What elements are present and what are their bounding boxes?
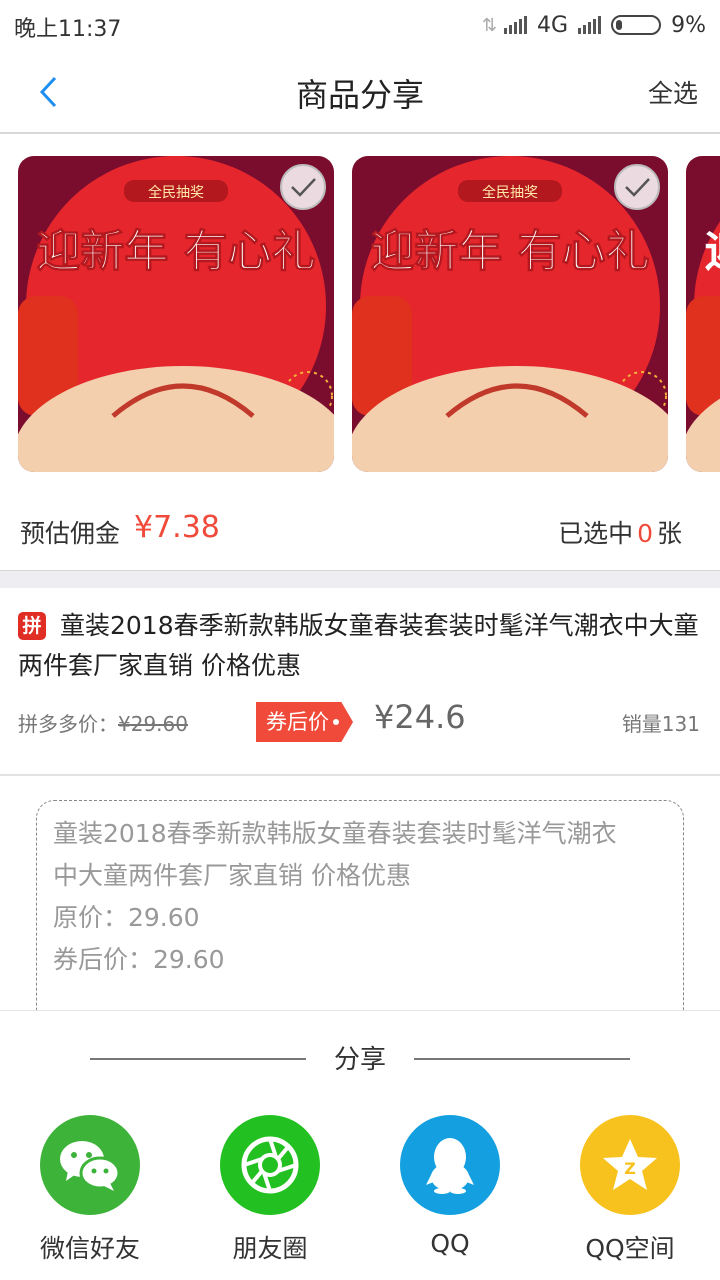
divider [0,570,720,588]
share-title-row: 分享 [0,1037,720,1077]
selected-prefix: 已选中 [558,519,634,548]
product-image[interactable]: 迎新年 有心礼 [686,156,720,472]
share-qzone-button[interactable]: Z QQ空间 [560,1115,700,1265]
nav-bar: 商品分享 全选 [0,50,720,134]
network-type: 4G [537,12,569,38]
coupon-price: ¥24.6 [374,698,466,736]
share-label: 微信好友 [39,1234,140,1263]
banner-headline-text: 迎新年 有心礼 [36,226,315,277]
product-info: 童装2018春季新款韩版女童春装套装时髦洋气潮衣中大童两件套厂家直销 价格优惠 … [0,588,720,776]
wechat-icon [40,1115,140,1215]
product-title: 童装2018春季新款韩版女童春装套装时髦洋气潮衣中大童两件套厂家直销 价格优惠 [18,611,699,680]
data-transfer-icon: ⇅ [481,14,497,36]
select-checkbox[interactable] [280,164,326,210]
signal-icon [504,16,528,34]
share-label: QQ空间 [585,1234,675,1263]
commission-label: 预估佣金 [20,519,121,548]
pinduoduo-icon: 拼 [18,612,46,640]
selected-count: 已选中 0 张 [558,514,682,550]
share-text-line: 券后价：29.60 [53,945,225,974]
svg-text:Z: Z [624,1159,636,1178]
share-text-line: 原价：29.60 [53,903,200,932]
qzone-icon: Z [580,1115,680,1215]
moments-icon [220,1115,320,1215]
coupon-price-tag: 券后价 [256,702,353,742]
banner-headline-text: 迎新年 有心礼 [370,226,649,277]
status-bar: 晚上11:37 ⇅ 4G 9% [0,0,720,50]
share-label: QQ [430,1229,470,1258]
signal-icon-2 [578,16,602,34]
sales-count: 销量131 [621,712,700,736]
page-title: 商品分享 [295,76,424,114]
commission-value: ¥7.38 [134,510,220,545]
banner-badge-text: 全民抽奖 [482,184,538,201]
share-text-line: 童装2018春季新款韩版女童春装套装时髦洋气潮衣 [53,819,617,848]
selected-suffix: 张 [656,519,682,548]
commission-row: 预估佣金 ¥7.38 已选中 0 张 [0,490,720,570]
product-image-carousel[interactable]: 全民抽奖 迎新年 有心礼 全民抽奖 迎新年 有心礼 迎新年 有心礼 [0,134,720,490]
select-checkbox[interactable] [614,164,660,210]
pdd-price-label: 拼多多价： [18,712,118,736]
check-icon [291,178,316,197]
banner-headline-text: 迎新年 有心礼 [704,226,720,277]
check-icon [625,178,650,197]
pdd-price-row: 拼多多价：¥29.60 [18,708,188,737]
battery-icon [611,15,662,35]
divider [414,1058,630,1060]
product-image[interactable]: 全民抽奖 迎新年 有心礼 [352,156,668,472]
share-text-line: 中大童两件套厂家直销 价格优惠 [53,861,411,890]
promo-banner-image: 迎新年 有心礼 [686,156,720,472]
qq-icon [400,1115,500,1215]
share-panel: 分享 微信好友 朋友圈 QQ Z QQ空间 [0,1010,720,1280]
select-all-button[interactable]: 全选 [648,74,698,110]
share-label: 朋友圈 [232,1234,308,1263]
product-image[interactable]: 全民抽奖 迎新年 有心礼 [18,156,334,472]
status-icons: ⇅ 4G 9% [482,10,706,40]
share-wechat-button[interactable]: 微信好友 [20,1115,160,1265]
share-moments-button[interactable]: 朋友圈 [200,1115,340,1265]
battery-percent: 9% [671,12,706,38]
banner-badge-text: 全民抽奖 [148,184,204,201]
pdd-price: ¥29.60 [118,712,188,736]
selected-number: 0 [637,519,653,548]
share-qq-button[interactable]: QQ [380,1115,520,1258]
status-time: 晚上11:37 [14,17,122,42]
